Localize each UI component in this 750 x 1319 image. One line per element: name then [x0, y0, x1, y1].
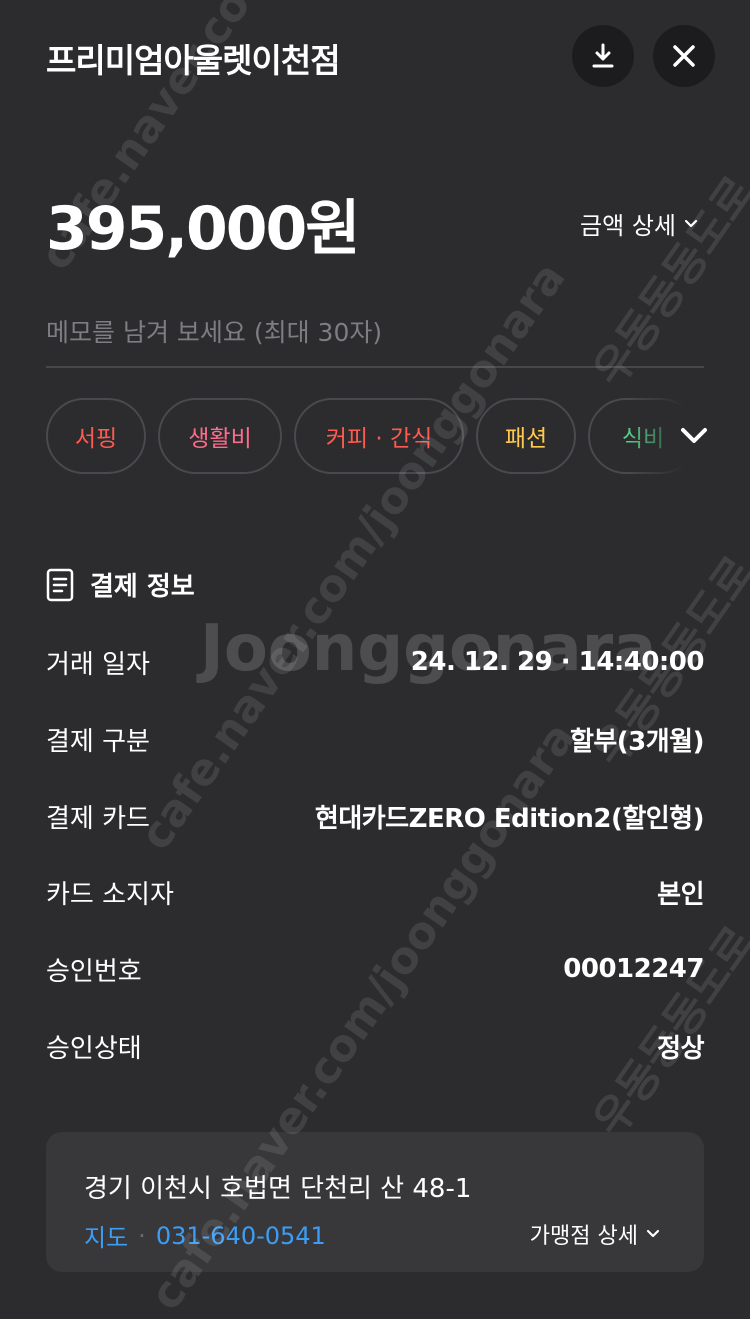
- close-icon: [673, 45, 695, 67]
- row-label: 승인상태: [46, 1033, 142, 1064]
- chip-label: 생활비: [188, 426, 252, 452]
- download-button[interactable]: [572, 25, 634, 87]
- info-row-card-holder: 카드 소지자 본인: [46, 872, 704, 912]
- row-label: 결제 구분: [46, 726, 150, 757]
- row-label: 카드 소지자: [46, 879, 174, 910]
- info-row-approval-number: 승인번호 00012247: [46, 949, 704, 989]
- category-chip-coffee-snack[interactable]: 커피 · 간식: [294, 398, 464, 474]
- info-row-payment-card: 결제 카드 현대카드ZERO Edition2(할인형): [46, 796, 705, 836]
- close-button[interactable]: [653, 25, 715, 87]
- chip-label: 패션: [504, 426, 548, 452]
- info-row-transaction-date: 거래 일자 24. 12. 29 · 14:40:00: [46, 642, 705, 682]
- row-value: 현대카드ZERO Edition2(할인형): [314, 803, 705, 834]
- download-icon: [592, 43, 614, 68]
- category-chip-living[interactable]: 생활비: [158, 398, 282, 474]
- chevron-down-icon: [684, 219, 698, 227]
- merchant-detail-label: 가맹점 상세: [529, 1224, 638, 1249]
- header: 프리미엄아울렛이천점: [0, 0, 750, 110]
- merchant-links: 지도 · 031-640-0541: [84, 1218, 326, 1253]
- amount-detail-label: 금액 상세: [580, 212, 676, 240]
- info-row-payment-type: 결제 구분 할부(3개월): [46, 719, 705, 759]
- chip-label: 서핑: [74, 426, 118, 452]
- memo-input[interactable]: [46, 312, 704, 352]
- phone-link[interactable]: 031-640-0541: [156, 1222, 326, 1250]
- row-label: 승인번호: [46, 956, 142, 987]
- category-chip-list: 서핑 생활비 커피 · 간식 패션 식비: [46, 398, 686, 476]
- info-row-approval-status: 승인상태 정상: [46, 1026, 704, 1066]
- row-label: 결제 카드: [46, 803, 150, 834]
- merchant-detail-button[interactable]: 가맹점 상세: [530, 1218, 660, 1250]
- receipt-icon: [46, 568, 74, 601]
- payment-info-header: 결제 정보: [46, 566, 195, 603]
- category-chip-fashion[interactable]: 패션: [476, 398, 576, 474]
- category-chip-surfing[interactable]: 서핑: [46, 398, 146, 474]
- page-title: 프리미엄아울렛이천점: [46, 41, 341, 80]
- row-value: 정상: [657, 1033, 704, 1064]
- chevron-down-icon: [681, 428, 707, 443]
- expand-categories-button[interactable]: [672, 416, 716, 456]
- merchant-card: 경기 이천시 호법면 단천리 산 48-1 지도 · 031-640-0541 …: [46, 1132, 704, 1272]
- row-value: 00012247: [563, 954, 704, 984]
- row-value: 본인: [657, 879, 704, 910]
- merchant-address: 경기 이천시 호법면 단천리 산 48-1: [84, 1174, 472, 1204]
- separator-dot: ·: [138, 1221, 146, 1250]
- total-amount: 395,000원: [46, 194, 360, 264]
- chip-label: 커피 · 간식: [325, 426, 433, 452]
- map-link[interactable]: 지도: [84, 1218, 128, 1253]
- chevron-down-icon: [646, 1229, 660, 1238]
- section-title: 결제 정보: [90, 572, 195, 602]
- row-label: 거래 일자: [46, 649, 150, 680]
- amount-detail-button[interactable]: 금액 상세: [580, 206, 698, 241]
- memo-field-wrapper: [46, 312, 704, 368]
- row-value: 할부(3개월): [569, 726, 705, 757]
- row-value: 24. 12. 29 · 14:40:00: [410, 647, 705, 677]
